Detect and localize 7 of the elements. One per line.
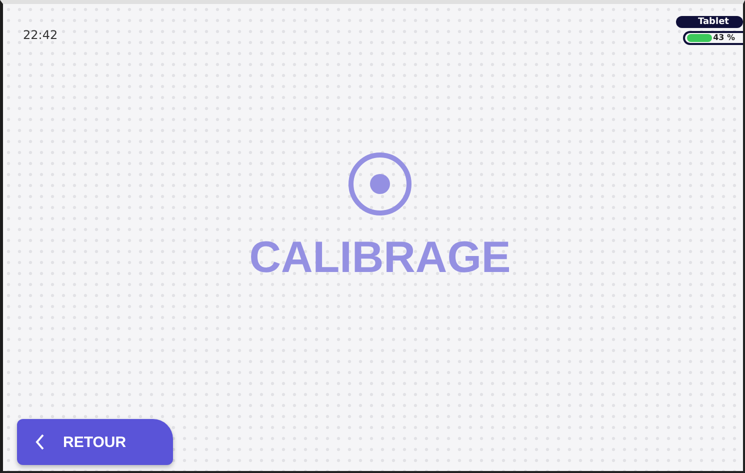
target-icon bbox=[347, 151, 413, 217]
chevron-left-icon bbox=[35, 434, 45, 450]
clock-time: 22:42 bbox=[23, 28, 58, 42]
battery-reading: 43 % bbox=[713, 33, 735, 43]
back-button[interactable]: RETOUR bbox=[17, 419, 173, 465]
page-title: CALIBRAGE bbox=[249, 233, 511, 283]
device-label: Tablet bbox=[676, 16, 743, 28]
